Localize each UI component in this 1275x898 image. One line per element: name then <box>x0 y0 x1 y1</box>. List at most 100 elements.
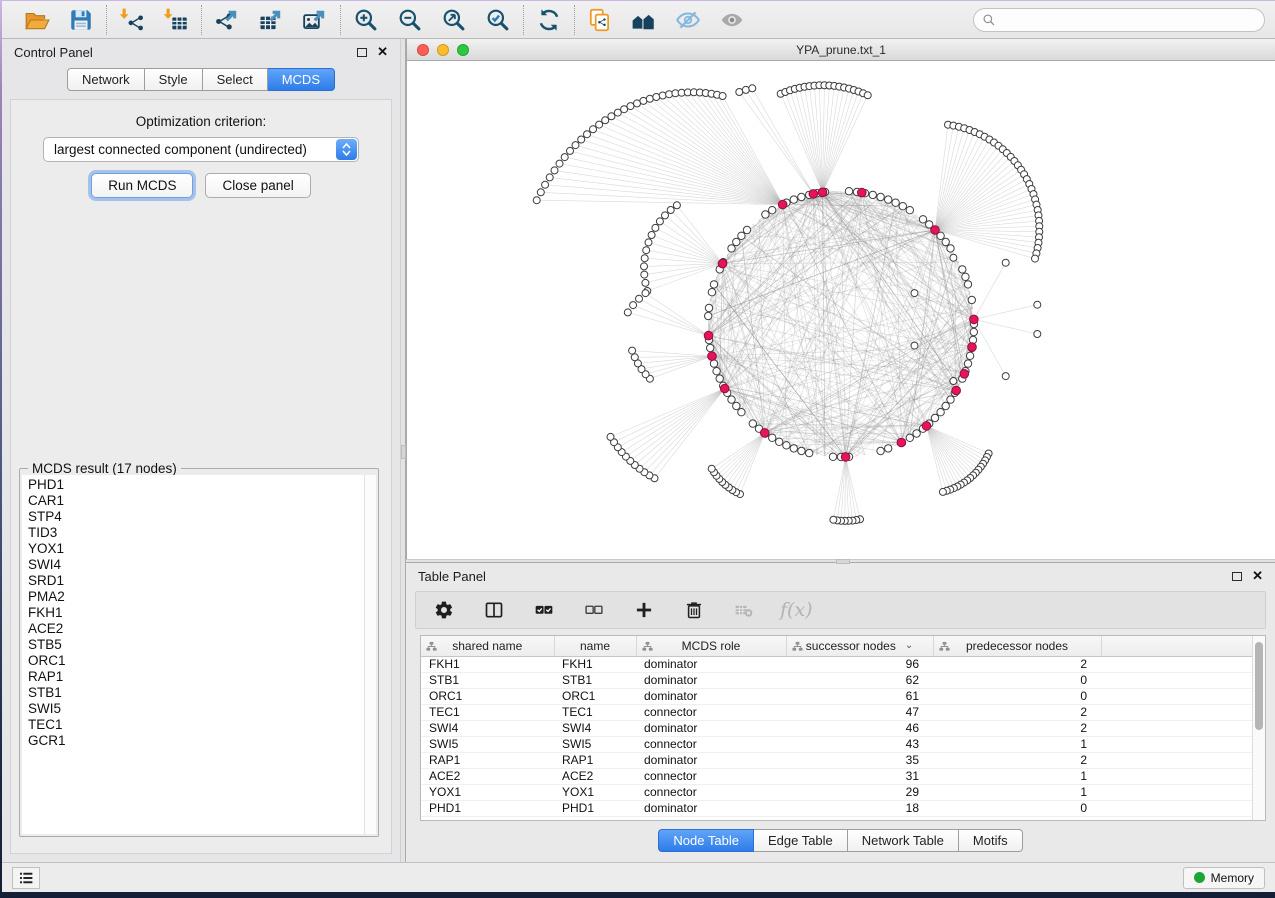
network-node[interactable] <box>806 449 813 456</box>
column-header-predecessor-nodes[interactable]: predecessor nodes <box>933 636 1101 656</box>
network-node[interactable] <box>749 420 756 427</box>
network-node-dominator[interactable] <box>922 422 931 431</box>
network-node[interactable] <box>942 402 949 409</box>
network-node[interactable] <box>964 281 971 288</box>
table-row[interactable]: STB1STB1dominator620 <box>421 672 1252 688</box>
network-node[interactable] <box>641 255 648 262</box>
network-node[interactable] <box>733 402 740 409</box>
splitter-grip[interactable] <box>401 445 406 459</box>
list-item[interactable]: ORC1 <box>28 653 364 669</box>
close-panel-icon[interactable]: ✕ <box>377 47 388 57</box>
network-node[interactable] <box>964 360 971 367</box>
network-node[interactable] <box>667 207 674 214</box>
network-node[interactable] <box>790 445 797 452</box>
list-item[interactable]: PMA2 <box>28 589 364 605</box>
network-node[interactable] <box>911 342 918 349</box>
network-node[interactable] <box>864 92 871 99</box>
network-node[interactable] <box>631 354 638 361</box>
network-node[interactable] <box>769 207 776 214</box>
network-node[interactable] <box>962 273 969 280</box>
list-item[interactable]: CAR1 <box>28 493 364 509</box>
network-node[interactable] <box>1002 259 1009 266</box>
list-item[interactable]: ACE2 <box>28 621 364 637</box>
network-node[interactable] <box>919 216 926 223</box>
network-node[interactable] <box>970 328 977 335</box>
network-node[interactable] <box>641 271 648 278</box>
horizontal-splitter[interactable] <box>406 559 1275 563</box>
network-node[interactable] <box>621 106 628 113</box>
list-item[interactable]: GCR1 <box>28 733 364 749</box>
network-node[interactable] <box>798 447 805 454</box>
table-row[interactable]: SWI4SWI4dominator462 <box>421 720 1252 736</box>
network-canvas[interactable] <box>407 61 1275 559</box>
table-scrollbar-thumb[interactable] <box>1255 642 1263 730</box>
network-node[interactable] <box>942 238 949 245</box>
hide-selected-button[interactable] <box>673 5 703 35</box>
network-node[interactable] <box>561 154 568 161</box>
network-node[interactable] <box>885 445 892 452</box>
network-node[interactable] <box>906 434 913 441</box>
float-panel-icon[interactable] <box>1232 572 1242 581</box>
list-item[interactable]: TEC1 <box>28 717 364 733</box>
network-node[interactable] <box>913 430 920 437</box>
result-scrollbar[interactable] <box>364 475 376 834</box>
network-node[interactable] <box>899 203 906 210</box>
network-node[interactable] <box>641 263 648 270</box>
network-node[interactable] <box>906 207 913 214</box>
add-button[interactable] <box>630 596 658 624</box>
network-node[interactable] <box>947 396 954 403</box>
network-node[interactable] <box>636 295 643 302</box>
network-node[interactable] <box>1034 331 1041 338</box>
zoom-fit-button[interactable] <box>439 5 469 35</box>
network-node[interactable] <box>743 226 750 233</box>
network-node[interactable] <box>645 239 652 246</box>
network-node[interactable] <box>572 142 579 149</box>
memory-button[interactable]: Memory <box>1183 867 1265 889</box>
network-node[interactable] <box>968 296 975 303</box>
network-node[interactable] <box>648 232 655 239</box>
network-node[interactable] <box>608 113 615 120</box>
network-node[interactable] <box>578 136 585 143</box>
refresh-button[interactable] <box>534 5 564 35</box>
tab-motifs[interactable]: Motifs <box>959 829 1023 852</box>
network-node[interactable] <box>733 238 740 245</box>
search-input[interactable] <box>973 8 1265 32</box>
mcds-result-list[interactable]: PHD1CAR1STP4TID3YOX1SWI4SRD1PMA2FKH1ACE2… <box>22 475 376 834</box>
network-node[interactable] <box>738 409 745 416</box>
vertical-splitter[interactable] <box>400 39 406 862</box>
tab-edge-table[interactable]: Edge Table <box>754 829 848 852</box>
table-row[interactable]: TEC1TEC1connector472 <box>421 704 1252 720</box>
network-node[interactable] <box>705 304 712 311</box>
network-node-dominator[interactable] <box>952 386 961 395</box>
zoom-selected-button[interactable] <box>483 5 513 35</box>
list-item[interactable]: SWI5 <box>28 701 364 717</box>
float-panel-icon[interactable] <box>357 48 367 57</box>
network-node[interactable] <box>624 309 631 316</box>
network-node-dominator[interactable] <box>720 384 729 393</box>
network-node[interactable] <box>736 89 743 96</box>
import-table-button[interactable] <box>161 5 191 35</box>
network-node[interactable] <box>708 465 715 472</box>
column-header-MCDS-role[interactable]: MCDS role <box>636 636 786 656</box>
network-node[interactable] <box>546 174 553 181</box>
network-node[interactable] <box>885 196 892 203</box>
network-node[interactable] <box>710 281 717 288</box>
network-node[interactable] <box>673 202 680 209</box>
network-node[interactable] <box>728 245 735 252</box>
network-node[interactable] <box>783 442 790 449</box>
select-all-button[interactable] <box>530 596 558 624</box>
network-node[interactable] <box>738 232 745 239</box>
list-item[interactable]: RAP1 <box>28 669 364 685</box>
tab-network[interactable]: Network <box>67 68 145 91</box>
table-row[interactable]: YOX1YOX1connector291 <box>421 784 1252 800</box>
network-node[interactable] <box>959 266 966 273</box>
network-node[interactable] <box>642 279 649 286</box>
table-row[interactable]: SWI5SWI5connector431 <box>421 736 1252 752</box>
status-menu-button[interactable] <box>12 867 40 889</box>
network-node[interactable] <box>584 131 591 138</box>
network-window-titlebar[interactable]: YPA_prune.txt_1 <box>407 39 1275 61</box>
network-node[interactable] <box>742 86 749 93</box>
network-node-dominator[interactable] <box>809 190 818 199</box>
network-node[interactable] <box>710 360 717 367</box>
duplicate-network-button[interactable] <box>585 5 615 35</box>
